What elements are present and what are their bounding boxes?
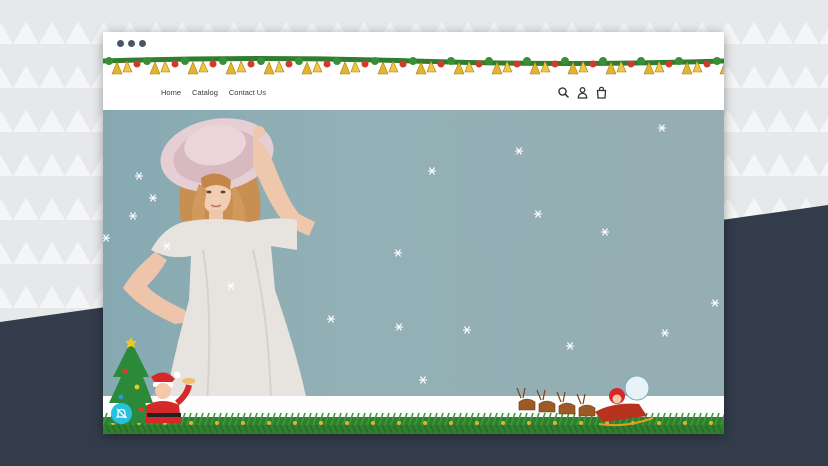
- notification-bell-button[interactable]: [111, 403, 132, 424]
- header-icons: [557, 86, 608, 99]
- account-icon[interactable]: [576, 86, 589, 99]
- cart-icon[interactable]: [595, 86, 608, 99]
- window-dot-1[interactable]: [117, 40, 124, 47]
- christmas-bells-garland: [103, 56, 724, 75]
- main-nav: Home Catalog Contact Us: [161, 88, 266, 98]
- site-header: Home Catalog Contact Us: [103, 78, 724, 110]
- search-icon[interactable]: [557, 86, 570, 99]
- nav-contact-us[interactable]: Contact Us: [229, 88, 266, 98]
- browser-window: Home Catalog Contact Us: [103, 32, 724, 434]
- bell-off-icon: [115, 408, 128, 419]
- window-dot-2[interactable]: [128, 40, 135, 47]
- window-dot-3[interactable]: [139, 40, 146, 47]
- nav-home[interactable]: Home: [161, 88, 181, 98]
- window-controls: [117, 40, 146, 47]
- santa-sleigh-reindeer-illustration: [516, 375, 654, 427]
- nav-catalog[interactable]: Catalog: [192, 88, 218, 98]
